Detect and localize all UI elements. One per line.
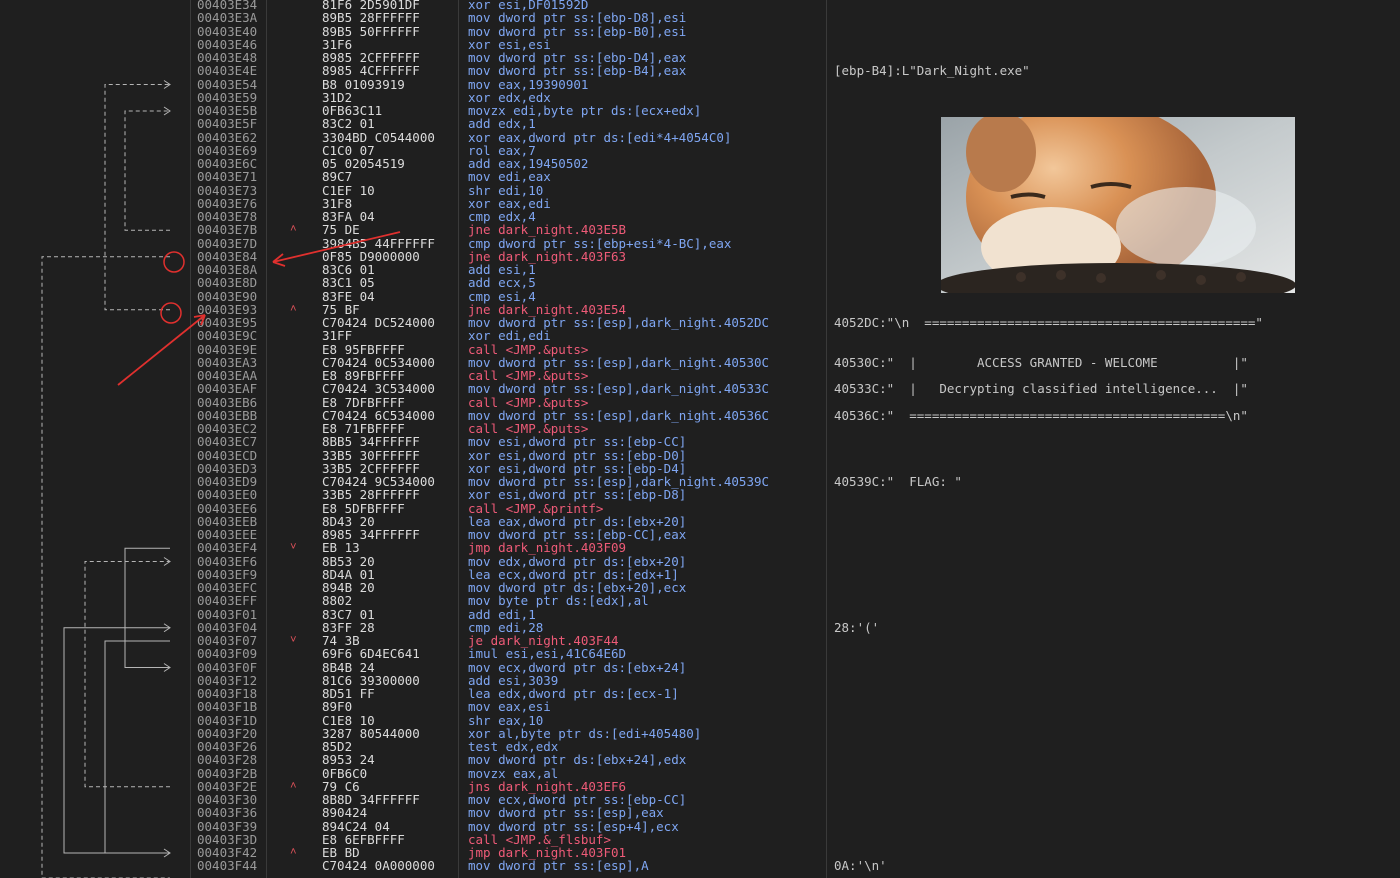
listing-row[interactable]: 00403E3A 89B5 28FFFFFF mov dword ptr ss:[e…	[0, 10, 1400, 25]
listing-row[interactable]: 00403F39 894C24 04 mov dword ptr ss:[esp+4…	[0, 819, 1400, 834]
listing-row[interactable]: 00403E93 ˄ 75 BF jne dark_night.403E54	[0, 301, 1400, 317]
listing-row[interactable]: 00403F3D E8 6EFBFFFF call <JMP.&_flsbuf>	[0, 832, 1400, 847]
listing-row[interactable]: 00403F20 3287 80544000 xor al,byte ptr ds:…	[0, 726, 1400, 741]
jump-direction-marker: ˄	[290, 778, 297, 792]
listing-row[interactable]: 00403EAA E8 89FBFFFF call <JMP.&puts>	[0, 368, 1400, 383]
listing-row[interactable]: 00403EB6 E8 7DFBFFFF call <JMP.&puts>	[0, 395, 1400, 410]
listing-row[interactable]: 00403EAF C70424 3C534000 mov dword ptr ss:…	[0, 381, 1400, 397]
listing-row[interactable]: 00403F30 8B8D 34FFFFFF mov ecx,dword ptr s…	[0, 792, 1400, 807]
listing-row[interactable]: 00403F12 81C6 39300000 add esi,3039	[0, 673, 1400, 688]
listing-row[interactable]: 00403EFC 894B 20 mov dword ptr ds:[ebx+20]…	[0, 580, 1400, 595]
jump-direction-marker: ˅	[290, 633, 297, 646]
listing-row[interactable]: 00403F1D C1E8 10 shr eax,10	[0, 713, 1400, 728]
comment-cell: 40539C:" FLAG: "	[834, 474, 962, 489]
listing-row[interactable]: 00403EF4 ˅ EB 13 jmp dark_night.403F09	[0, 540, 1400, 555]
listing-row[interactable]: 00403EE0 33B5 28FFFFFF xor esi,dword ptr s…	[0, 487, 1400, 502]
jump-direction-marker: ˄	[290, 845, 297, 858]
comment-cell: 40530C:" | ACCESS GRANTED - WELCOME |"	[834, 354, 1248, 370]
listing-row[interactable]: 00403EA3 C70424 0C534000 mov dword ptr ss:…	[0, 354, 1400, 370]
listing-row[interactable]: 00403E48 8985 2CFFFFFF mov dword ptr ss:[e…	[0, 50, 1400, 65]
listing-row[interactable]: 00403ED3 33B5 2CFFFFFF xor esi,dword ptr s…	[0, 461, 1400, 476]
listing-row[interactable]: 00403F18 8D51 FF lea edx,dword ptr ds:[ecx…	[0, 686, 1400, 701]
instruction-cell: mov dword ptr ss:[esp],A	[468, 858, 649, 874]
jump-direction-marker: ˅	[290, 540, 297, 554]
jump-direction-marker: ˄	[290, 222, 297, 236]
comment-cell: [ebp-B4]:L"Dark_Night.exe"	[834, 63, 1030, 79]
jump-direction-marker: ˄	[290, 301, 297, 315]
cat-photo	[941, 117, 1295, 293]
listing-row[interactable]: 00403E9C 31FF xor edi,edi	[0, 328, 1400, 343]
listing-row[interactable]: 00403F09 69F6 6D4EC641 imul esi,esi,41C64E…	[0, 646, 1400, 661]
listing-row[interactable]: 00403E54 B8 01093919 mov eax,19390901	[0, 77, 1400, 92]
listing-row[interactable]: 00403E59 31D2 xor edx,edx	[0, 90, 1400, 105]
listing-row[interactable]: 00403E4E 8985 4CFFFFFF mov dword ptr ss:[e…	[0, 63, 1400, 79]
listing-row[interactable]: 00403E46 31F6 xor esi,esi	[0, 37, 1400, 52]
listing-row[interactable]: 00403EEE 8985 34FFFFFF mov dword ptr ss:[e…	[0, 527, 1400, 542]
listing-row[interactable]: 00403E5B 0FB63C11 movzx edi,byte ptr ds:[e…	[0, 103, 1400, 118]
listing-row[interactable]: 00403E40 89B5 50FFFFFF mov dword ptr ss:[e…	[0, 24, 1400, 39]
listing-row[interactable]: 00403F07 ˅ 74 3B je dark_night.403F44	[0, 633, 1400, 648]
listing-row[interactable]: 00403F2B 0FB6C0 movzx eax,al	[0, 766, 1400, 781]
listing-row[interactable]: 00403F42 ˄ EB BD jmp dark_night.403F01	[0, 845, 1400, 860]
listing-row[interactable]: 00403F2E ˄ 79 C6 jns dark_night.403EF6	[0, 778, 1400, 794]
listing-row[interactable]: 00403F0F 8B4B 24 mov ecx,dword ptr ds:[ebx…	[0, 660, 1400, 675]
listing-row[interactable]: 00403E9E E8 95FBFFFF call <JMP.&puts>	[0, 342, 1400, 357]
address-cell: 00403F44	[197, 858, 258, 874]
listing-row[interactable]: 00403F01 83C7 01 add edi,1	[0, 607, 1400, 622]
comment-cell: 40536C:" ===============================…	[834, 407, 1248, 423]
listing-row[interactable]: 00403ECD 33B5 30FFFFFF xor esi,dword ptr s…	[0, 448, 1400, 463]
listing-row[interactable]: 00403EF6 8B53 20 mov edx,dword ptr ds:[ebx…	[0, 554, 1400, 569]
comment-cell: 4052DC:"\n =============================…	[834, 315, 1263, 330]
listing-row[interactable]: 00403ED9 C70424 9C534000 mov dword ptr ss:…	[0, 474, 1400, 489]
comment-cell: 28:'('	[834, 619, 880, 635]
listing-row[interactable]: 00403F36 890424 mov dword ptr ss:[esp],eax	[0, 805, 1400, 820]
listing-row[interactable]: 00403E95 C70424 DC524000 mov dword ptr ss:…	[0, 315, 1400, 330]
listing-row[interactable]: 00403EBB C70424 6C534000 mov dword ptr ss:…	[0, 407, 1400, 423]
listing-row[interactable]: 00403EEB 8D43 20 lea eax,dword ptr ds:[ebx…	[0, 514, 1400, 529]
listing-row[interactable]: 00403EF9 8D4A 01 lea ecx,dword ptr ds:[edx…	[0, 567, 1400, 582]
listing-row[interactable]: 00403F28 8953 24 mov dword ptr ds:[ebx+24]…	[0, 752, 1400, 767]
listing-row[interactable]: 00403F44 C70424 0A000000 mov dword ptr ss:…	[0, 858, 1400, 874]
listing-row[interactable]: 00403EE6 E8 5DFBFFFF call <JMP.&printf>	[0, 501, 1400, 516]
listing-row[interactable]: 00403F26 85D2 test edx,edx	[0, 739, 1400, 754]
comment-cell: 40533C:" | Decrypting classified intelli…	[834, 381, 1248, 397]
listing-row[interactable]: 00403EC2 E8 71FBFFFF call <JMP.&puts>	[0, 421, 1400, 436]
bytes-cell: C70424 0A000000	[322, 858, 435, 874]
listing-row[interactable]: 00403EFF 8802 mov byte ptr ds:[edx],al	[0, 593, 1400, 608]
listing-row[interactable]: 00403F1B 89F0 mov eax,esi	[0, 699, 1400, 714]
listing-row[interactable]: 00403EC7 8BB5 34FFFFFF mov esi,dword ptr s…	[0, 434, 1400, 449]
comment-cell: 0A:'\n'	[834, 858, 887, 874]
listing-row[interactable]: 00403F04 83FF 28 cmp edi,28 28:'('	[0, 619, 1400, 635]
